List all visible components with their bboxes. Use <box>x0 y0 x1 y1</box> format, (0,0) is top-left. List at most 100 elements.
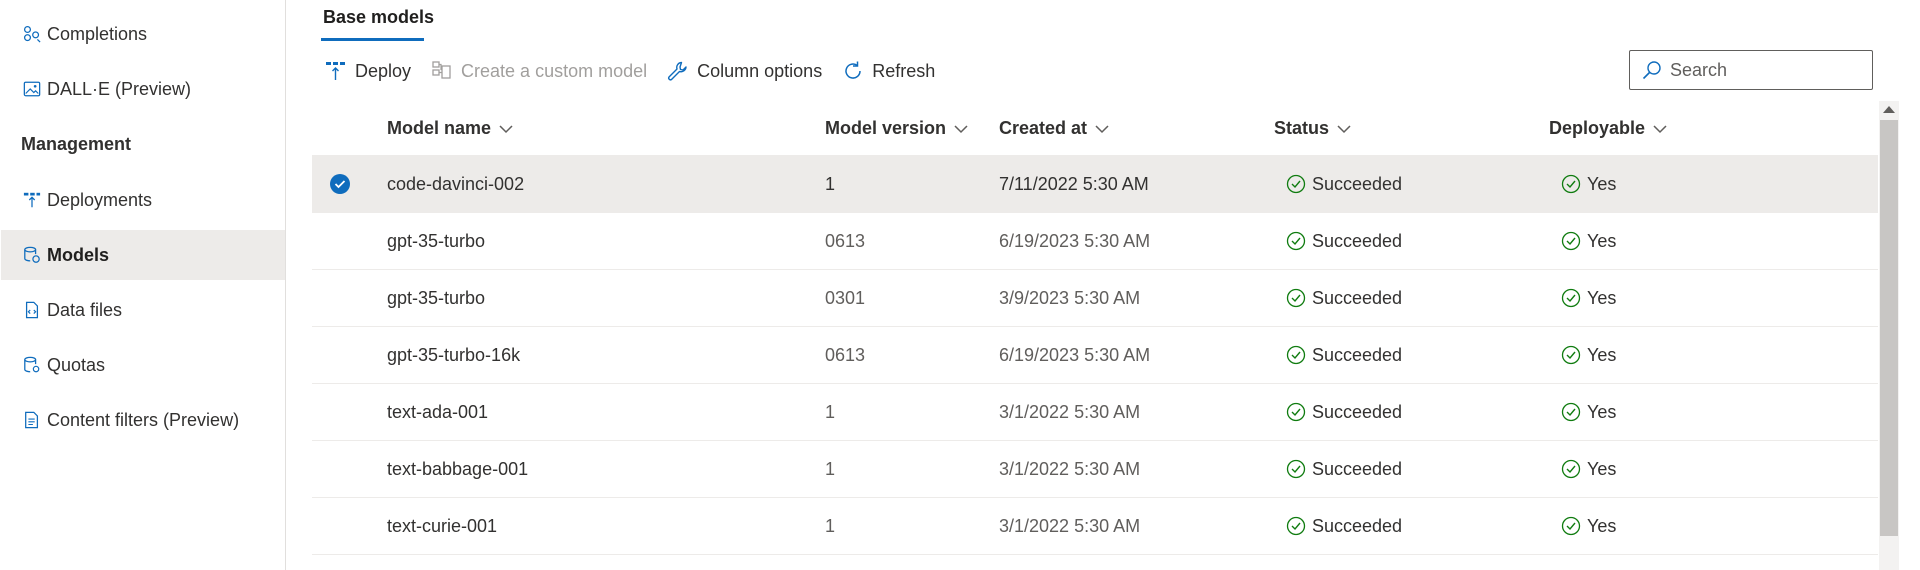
sidebar-item-completions[interactable]: Completions <box>1 9 285 59</box>
cell-created-at: 6/19/2023 5:30 AM <box>999 230 1151 251</box>
cell-created-at: 3/1/2022 5:30 AM <box>999 401 1141 422</box>
chevron-down-icon <box>1337 124 1351 134</box>
cell-model-name: text-babbage-001 <box>387 458 529 479</box>
search-input[interactable]: Search <box>1629 50 1873 90</box>
deployable-text: Yes <box>1587 515 1617 536</box>
status-text: Succeeded <box>1312 230 1403 251</box>
table-row[interactable]: text-babbage-001 1 3/1/2022 5:30 AM Succ… <box>312 441 1878 498</box>
sidebar-item-quotas[interactable]: Quotas <box>1 340 285 390</box>
data-file-icon <box>23 300 41 320</box>
sidebar-item-models[interactable]: Models <box>1 230 285 280</box>
column-header-label: Model version <box>825 118 947 138</box>
success-check-icon <box>1561 288 1581 308</box>
scrollbar-thumb[interactable] <box>1880 120 1898 536</box>
cell-model-name: gpt-35-turbo <box>387 287 486 308</box>
success-check-icon <box>1561 174 1581 194</box>
completions-icon <box>23 24 41 44</box>
sidebar: Completions DALL·E (Preview) Management … <box>0 0 286 570</box>
deploy-button[interactable]: Deploy <box>325 60 411 82</box>
cell-deployable: Yes <box>1561 498 1616 554</box>
refresh-label: Refresh <box>872 60 936 81</box>
cell-deployable: Yes <box>1561 384 1616 440</box>
cell-status: Succeeded <box>1286 213 1402 269</box>
deployable-text: Yes <box>1587 401 1617 422</box>
sidebar-item-deployments[interactable]: Deployments <box>1 175 285 225</box>
cell-status: Succeeded <box>1286 327 1402 383</box>
success-check-icon <box>1286 288 1306 308</box>
refresh-button[interactable]: Refresh <box>842 60 935 82</box>
selected-check-icon[interactable] <box>329 173 351 195</box>
column-options-label: Column options <box>697 60 823 81</box>
tab-base-models[interactable]: Base models <box>323 7 434 28</box>
cell-model-version: 1 <box>825 173 836 194</box>
cell-created-at: 3/9/2023 5:30 AM <box>999 287 1141 308</box>
table-row[interactable]: text-ada-001 1 3/1/2022 5:30 AM Succeede… <box>312 384 1878 441</box>
cell-status: Succeeded <box>1286 441 1402 497</box>
success-check-icon <box>1561 459 1581 479</box>
success-check-icon <box>1286 516 1306 536</box>
column-header-deployable[interactable]: Deployable <box>1549 118 1667 139</box>
cell-created-at: 7/11/2022 5:30 AM <box>999 173 1149 194</box>
create-custom-model-label: Create a custom model <box>461 60 648 81</box>
cell-model-name: gpt-35-turbo <box>387 230 486 251</box>
success-check-icon <box>1561 402 1581 422</box>
column-header-label: Status <box>1274 118 1330 138</box>
column-header-label: Model name <box>387 118 492 138</box>
sidebar-item-content-filters[interactable]: Content filters (Preview) <box>1 395 285 445</box>
column-options-button[interactable]: Column options <box>667 60 822 82</box>
chevron-down-icon <box>499 124 513 134</box>
column-header-status[interactable]: Status <box>1274 118 1351 139</box>
sidebar-item-data-files[interactable]: Data files <box>1 285 285 335</box>
table-row[interactable]: code-davinci-002 1 7/11/2022 5:30 AM Suc… <box>312 156 1878 213</box>
tab-active-indicator <box>321 38 424 41</box>
cell-model-version: 0613 <box>825 230 866 251</box>
deployable-text: Yes <box>1587 230 1617 251</box>
cell-deployable: Yes <box>1561 441 1616 497</box>
deployable-text: Yes <box>1587 344 1617 365</box>
chevron-down-icon <box>1095 124 1109 134</box>
success-check-icon <box>1286 459 1306 479</box>
status-text: Succeeded <box>1312 458 1403 479</box>
status-text: Succeeded <box>1312 344 1403 365</box>
cell-model-version: 1 <box>825 401 836 422</box>
custom-model-icon <box>431 60 453 82</box>
table-row[interactable]: gpt-35-turbo-16k 0613 6/19/2023 5:30 AM … <box>312 327 1878 384</box>
search-placeholder: Search <box>1670 59 1728 80</box>
cell-model-version: 1 <box>825 515 836 536</box>
chevron-down-icon <box>1653 124 1667 134</box>
grid-header: Model name Model version Created at Stat… <box>312 100 1878 156</box>
column-header-created-at[interactable]: Created at <box>999 118 1109 139</box>
sidebar-item-label: Data files <box>47 299 123 320</box>
status-text: Succeeded <box>1312 401 1403 422</box>
table-row[interactable]: gpt-35-turbo 0301 3/9/2023 5:30 AM Succe… <box>312 270 1878 327</box>
success-check-icon <box>1561 231 1581 251</box>
quotas-icon <box>23 355 41 375</box>
sidebar-section-management: Management <box>21 134 132 154</box>
cell-model-name: text-ada-001 <box>387 401 489 422</box>
cell-model-version: 0301 <box>825 287 866 308</box>
status-text: Succeeded <box>1312 287 1403 308</box>
column-header-model-name[interactable]: Model name <box>387 118 513 139</box>
table-row[interactable]: gpt-35-turbo 0613 6/19/2023 5:30 AM Succ… <box>312 213 1878 270</box>
cell-status: Succeeded <box>1286 384 1402 440</box>
column-header-model-version[interactable]: Model version <box>825 118 968 139</box>
cell-status: Succeeded <box>1286 156 1402 212</box>
page-right-margin <box>1899 0 1920 570</box>
success-check-icon <box>1561 516 1581 536</box>
sidebar-item-dalle[interactable]: DALL·E (Preview) <box>1 64 285 114</box>
table-row[interactable]: text-curie-001 1 3/1/2022 5:30 AM Succee… <box>312 498 1878 555</box>
image-icon <box>23 79 41 99</box>
success-check-icon <box>1561 345 1581 365</box>
deploy-icon <box>325 60 347 82</box>
cell-model-name: text-curie-001 <box>387 515 498 536</box>
column-header-label: Deployable <box>1549 118 1646 138</box>
cell-deployable: Yes <box>1561 213 1616 269</box>
cell-model-name: code-davinci-002 <box>387 173 525 194</box>
cell-deployable: Yes <box>1561 270 1616 326</box>
sidebar-item-label: Deployments <box>47 189 153 210</box>
create-custom-model-button[interactable]: Create a custom model <box>431 60 647 82</box>
chevron-down-icon <box>954 124 968 134</box>
success-check-icon <box>1286 174 1306 194</box>
scroll-up-arrow-icon[interactable] <box>1883 106 1895 113</box>
cell-status: Succeeded <box>1286 270 1402 326</box>
